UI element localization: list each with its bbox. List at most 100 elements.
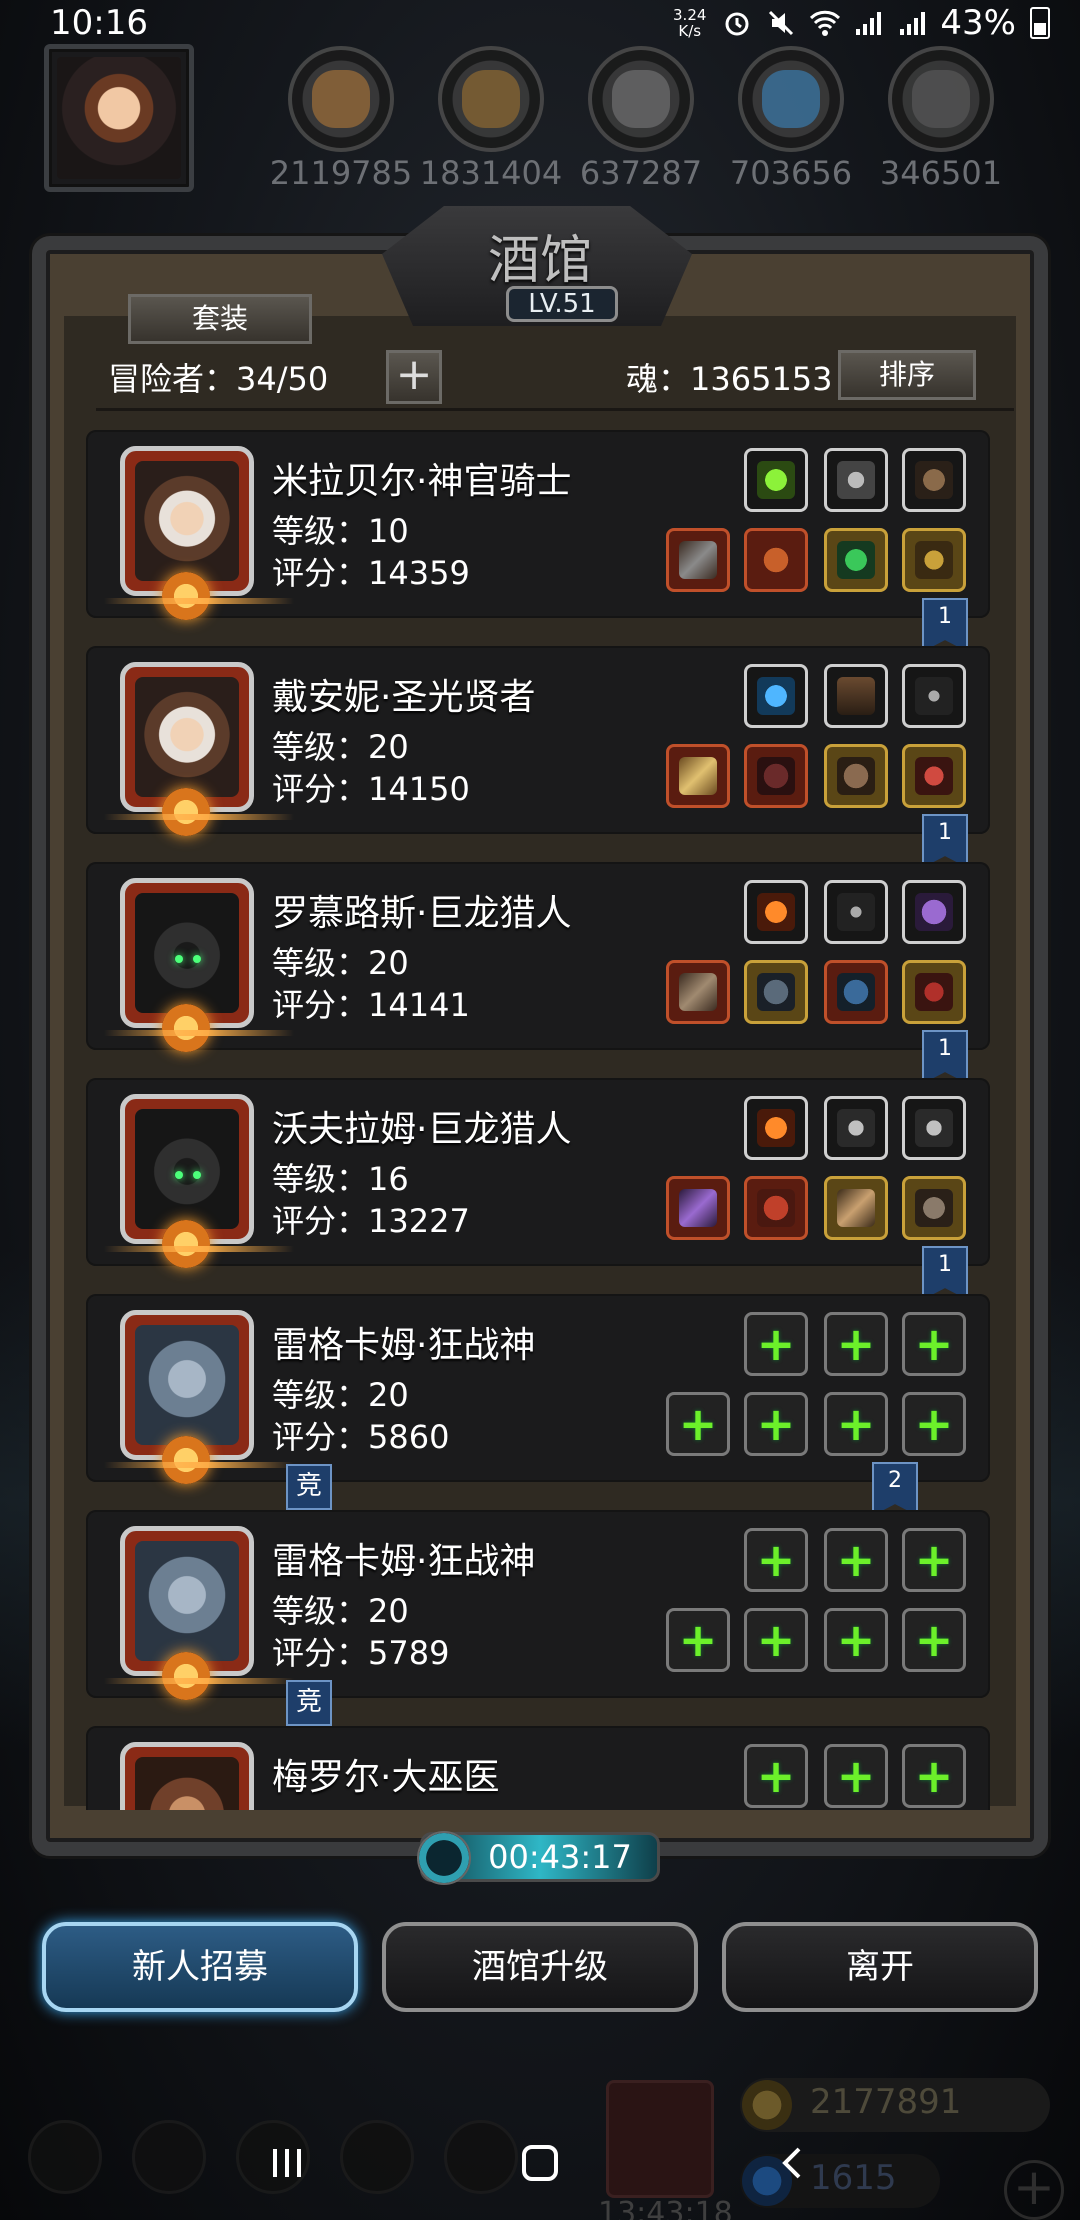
equipment-slots [666,880,966,1040]
arena-badge: 竞 [286,1680,332,1726]
equip-slot-weapon[interactable] [666,1176,730,1240]
empty-slot-boots[interactable]: + [902,1608,966,1672]
set-button[interactable]: 套装 [128,294,312,344]
equip-slot-armor[interactable] [744,528,808,592]
empty-slot-armor[interactable]: + [744,1608,808,1672]
equip-slot-ring[interactable] [902,1096,966,1160]
equip-slot-gloves[interactable] [824,744,888,808]
equip-slot-gloves[interactable] [824,1176,888,1240]
mute-icon [764,8,798,38]
equip-slot-weapon[interactable] [666,744,730,808]
empty-slot-armor[interactable]: + [744,1392,808,1456]
equip-slot-armor[interactable] [744,1176,808,1240]
network-speed: 3.24 K/s [673,7,706,39]
back-icon[interactable] [763,2133,823,2193]
equip-slot-ring[interactable] [902,448,966,512]
recruit-button[interactable]: 新人招募 [42,1922,358,2012]
adventurer-count: 冒险者：34/50 [108,360,329,398]
hero-card[interactable]: 沃夫拉姆·巨龙猎人 等级：16 评分：13227 [86,1078,990,1268]
equip-slot-boots[interactable] [902,960,966,1024]
empty-slot-ring[interactable]: + [902,1528,966,1592]
hero-card[interactable]: 雷格卡姆·狂战神 等级：20 评分：5789 + + + + + + + [86,1510,990,1700]
resource-value: 1831404 [419,154,563,192]
equip-slot-boots[interactable] [902,744,966,808]
plus-icon: + [756,1613,796,1667]
resource-wood[interactable]: 2119785 [266,46,416,196]
hero-list[interactable]: 米拉贝尔·神官骑士 等级：10 评分：14359 1 戴安妮·圣光贤者 等级：2… [86,430,990,1810]
empty-slot-gloves[interactable]: + [824,1392,888,1456]
empty-slot-gloves[interactable]: + [824,1608,888,1672]
equip-slot-amulet[interactable] [824,880,888,944]
plus-icon: + [914,1533,954,1587]
empty-slot-amulet[interactable]: + [824,1744,888,1808]
hero-card[interactable]: 戴安妮·圣光贤者 等级：20 评分：14150 [86,646,990,836]
timer-value: 00:43:17 [488,1838,632,1876]
equip-slot-amulet[interactable] [824,664,888,728]
equip-slot-gloves[interactable] [824,960,888,1024]
empty-slot-amulet[interactable]: + [824,1528,888,1592]
empty-slot-weapon[interactable]: + [666,1392,730,1456]
hero-card[interactable]: 梅罗尔·大巫医 + + + [86,1726,990,1810]
equip-slot-weapon[interactable] [666,960,730,1024]
hero-rank-badge: 1 [922,1246,968,1300]
plus-icon: + [836,1749,876,1803]
equip-slot-weapon[interactable] [666,528,730,592]
alarm-icon [720,8,754,38]
equip-slot-boots[interactable] [902,528,966,592]
hero-name: 罗慕路斯·巨龙猎人 [272,893,572,934]
hero-level: 等级：20 [272,1592,409,1630]
resource-glyph [762,70,820,128]
equip-slot-ring[interactable] [902,880,966,944]
signal-icon-2 [896,8,930,38]
resource-value: 2119785 [269,154,413,192]
equip-slot-amulet[interactable] [824,448,888,512]
empty-slot-relic[interactable]: + [744,1312,808,1376]
speed-value: 3.24 [673,6,707,24]
resource-iron[interactable]: 637287 [566,46,716,196]
player-avatar[interactable] [44,44,194,192]
equip-slot-boots[interactable] [902,1176,966,1240]
equip-slot-relic[interactable] [744,1096,808,1160]
recents-icon[interactable] [257,2133,317,2193]
resource-value: 703656 [729,154,853,192]
sort-button[interactable]: 排序 [838,350,976,400]
empty-slot-boots[interactable]: + [902,1392,966,1456]
hero-level: 等级：16 [272,1160,409,1198]
avatar-face [57,57,181,179]
plus-icon: + [836,1397,876,1451]
equip-slot-amulet[interactable] [824,1096,888,1160]
header-divider [96,408,1014,411]
equip-slot-ring[interactable] [902,664,966,728]
hero-score: 评分：13227 [272,1202,470,1240]
equipment-slots [666,448,966,608]
hero-card[interactable]: 罗慕路斯·巨龙猎人 等级：20 评分：14141 [86,862,990,1052]
add-slot-button[interactable]: + [386,350,442,404]
equip-slot-armor[interactable] [744,744,808,808]
empty-slot-amulet[interactable]: + [824,1312,888,1376]
equipment-slots: + + + [666,1744,966,1810]
resource-crystal[interactable]: 703656 [716,46,866,196]
empty-slot-ring[interactable]: + [902,1744,966,1808]
equip-slot-relic[interactable] [744,880,808,944]
hero-score: 评分：5789 [272,1634,450,1672]
plus-icon: + [836,1613,876,1667]
resource-steel[interactable]: 346501 [866,46,1016,196]
empty-slot-relic[interactable]: + [744,1528,808,1592]
hero-card[interactable]: 雷格卡姆·狂战神 等级：20 评分：5860 + + + + + + + [86,1294,990,1484]
hero-rank-badge: 2 [872,1462,918,1516]
leave-button[interactable]: 离开 [722,1922,1038,2012]
equipment-slots: + + + + + + + [666,1312,966,1472]
equip-slot-relic[interactable] [744,448,808,512]
empty-slot-weapon[interactable]: + [666,1608,730,1672]
empty-slot-ring[interactable]: + [902,1312,966,1376]
equip-slot-relic[interactable] [744,664,808,728]
hero-card[interactable]: 米拉贝尔·神官骑士 等级：10 评分：14359 [86,430,990,620]
equip-slot-armor[interactable] [744,960,808,1024]
empty-slot-relic[interactable]: + [744,1744,808,1808]
hero-name: 米拉贝尔·神官骑士 [272,461,572,502]
resource-plank[interactable]: 1831404 [416,46,566,196]
equip-slot-gloves[interactable] [824,528,888,592]
upgrade-tavern-button[interactable]: 酒馆升级 [382,1922,698,2012]
rank-emblem-icon [162,1436,210,1484]
home-icon[interactable] [510,2133,570,2193]
